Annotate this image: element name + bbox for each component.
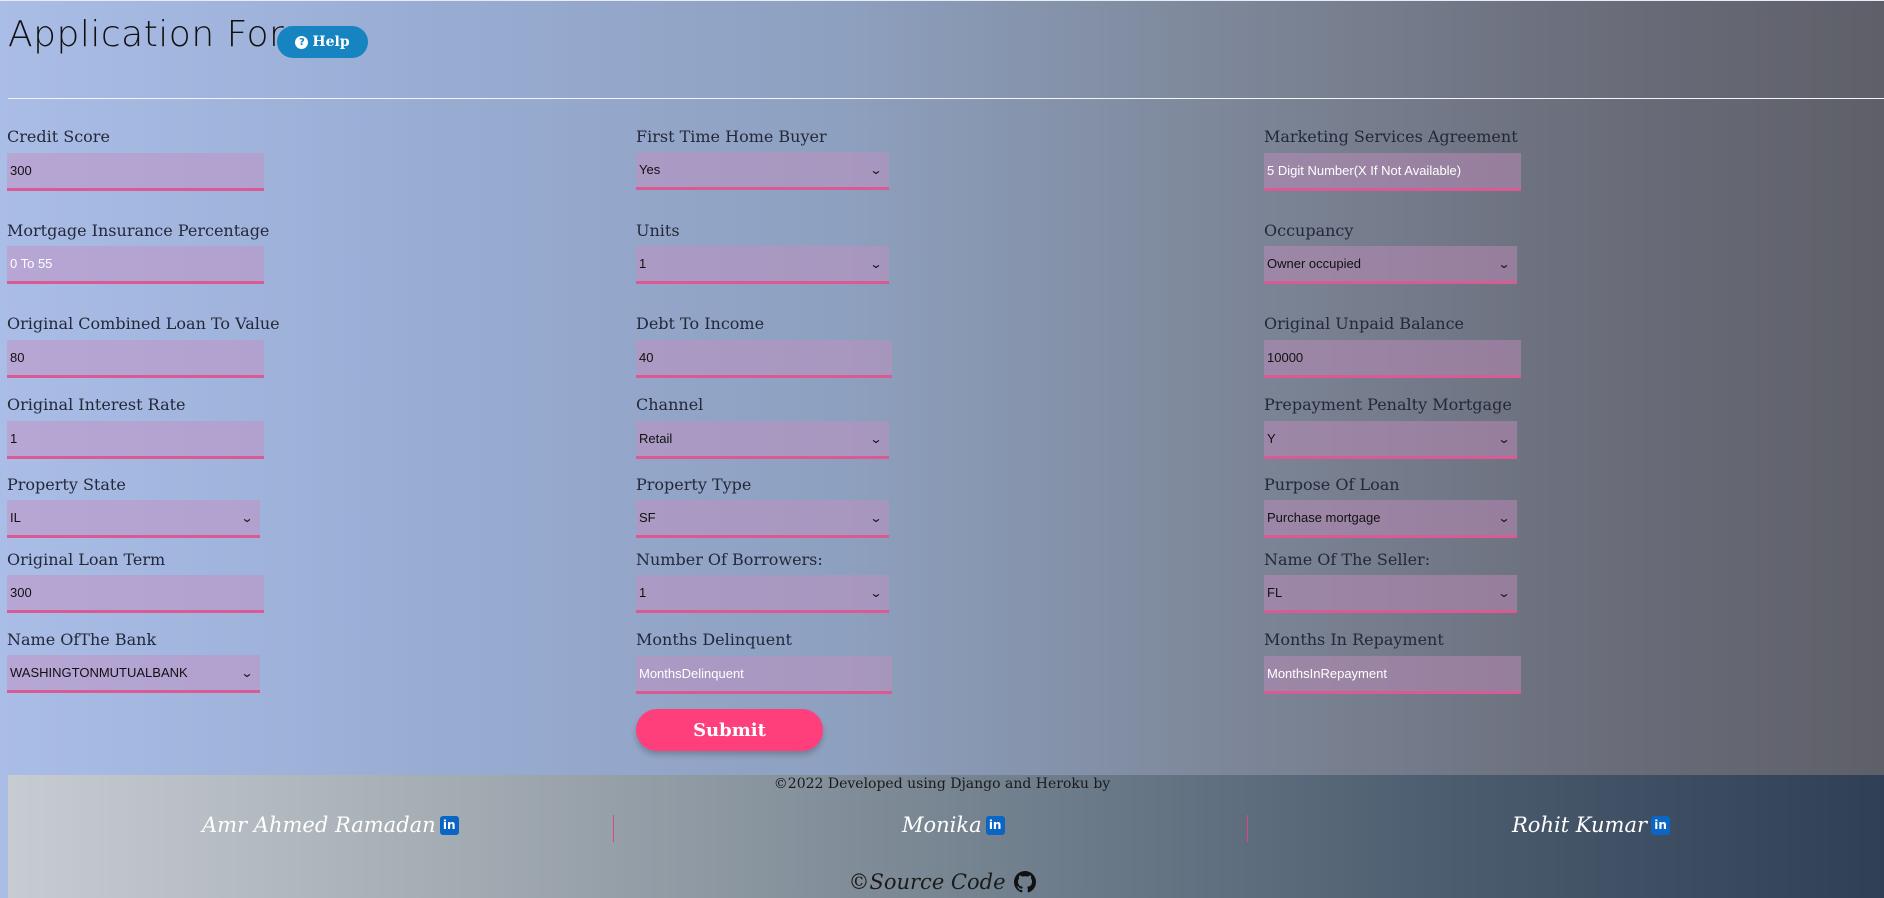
marketing-services-agreement-label: Marketing Services Agreement <box>1264 127 1518 146</box>
months-in-repayment-label: Months In Repayment <box>1264 630 1444 649</box>
chevron-down-icon: ⌄ <box>869 256 883 271</box>
submit-button[interactable]: Submit <box>636 709 823 751</box>
github-icon <box>1013 871 1036 893</box>
first-time-home-buyer-label: First Time Home Buyer <box>636 127 827 146</box>
property-type-value: SF <box>639 510 656 525</box>
author-name: Amr Ahmed Ramadan <box>202 813 436 837</box>
number-of-borrowers-label: Number Of Borrowers: <box>636 550 823 569</box>
property-state-label: Property State <box>7 475 126 494</box>
chevron-down-icon: ⌄ <box>240 510 254 525</box>
prepayment-penalty-select[interactable]: Y ⌄ <box>1264 421 1517 459</box>
question-circle-icon: ? <box>295 35 309 49</box>
author-divider <box>1247 815 1248 842</box>
help-button-label: Help <box>312 34 350 50</box>
original-cltv-label: Original Combined Loan To Value <box>7 314 280 333</box>
name-of-seller-label: Name Of The Seller: <box>1264 550 1431 569</box>
property-type-select[interactable]: SF ⌄ <box>636 500 889 538</box>
purpose-of-loan-label: Purpose Of Loan <box>1264 475 1400 494</box>
chevron-down-icon: ⌄ <box>869 162 883 177</box>
purpose-of-loan-select[interactable]: Purchase mortgage ⌄ <box>1264 500 1517 538</box>
original-cltv-input[interactable]: 80 <box>7 340 264 378</box>
top-border <box>0 0 1884 1</box>
mortgage-insurance-label: Mortgage Insurance Percentage <box>7 221 270 240</box>
units-label: Units <box>636 221 680 240</box>
original-interest-rate-input[interactable]: 1 <box>7 421 264 459</box>
name-of-bank-select[interactable]: WASHINGTONMUTUALBANK ⌄ <box>7 655 260 693</box>
original-loan-term-input[interactable]: 300 <box>7 575 264 613</box>
name-of-bank-value: WASHINGTONMUTUALBANK <box>10 665 188 680</box>
units-select[interactable]: 1 ⌄ <box>636 246 889 284</box>
first-time-home-buyer-select[interactable]: Yes ⌄ <box>636 152 889 190</box>
marketing-services-agreement-input[interactable]: 5 Digit Number(X If Not Available) <box>1264 153 1521 191</box>
header-divider <box>8 98 1884 99</box>
original-unpaid-balance-input[interactable]: 10000 <box>1264 340 1521 378</box>
first-time-home-buyer-value: Yes <box>639 162 661 177</box>
chevron-down-icon: ⌄ <box>869 431 883 446</box>
units-value: 1 <box>639 256 647 271</box>
author-divider <box>613 815 614 842</box>
months-delinquent-label: Months Delinquent <box>636 630 792 649</box>
chevron-down-icon: ⌄ <box>869 510 883 525</box>
linkedin-icon[interactable]: in <box>439 815 459 835</box>
chevron-down-icon: ⌄ <box>869 585 883 600</box>
author-link-3[interactable]: Rohit Kumar in <box>1512 813 1671 837</box>
source-code-label: ©Source Code <box>848 870 1006 894</box>
months-delinquent-input[interactable]: MonthsDelinquent <box>636 656 892 694</box>
occupancy-select[interactable]: Owner occupied ⌄ <box>1264 246 1517 284</box>
debt-to-income-input[interactable]: 40 <box>636 340 892 378</box>
original-interest-rate-label: Original Interest Rate <box>7 395 186 414</box>
linkedin-icon[interactable]: in <box>1651 815 1671 835</box>
author-link-1[interactable]: Amr Ahmed Ramadan in <box>202 813 459 837</box>
chevron-down-icon: ⌄ <box>1497 585 1511 600</box>
chevron-down-icon: ⌄ <box>1497 510 1511 525</box>
number-of-borrowers-select[interactable]: 1 ⌄ <box>636 575 889 613</box>
prepayment-penalty-label: Prepayment Penalty Mortgage <box>1264 395 1512 414</box>
channel-select[interactable]: Retail ⌄ <box>636 421 889 459</box>
credit-score-input[interactable]: 300 <box>7 153 264 191</box>
prepayment-penalty-value: Y <box>1267 431 1276 446</box>
source-code-link[interactable]: ©Source Code <box>0 870 1884 894</box>
author-link-2[interactable]: Monika in <box>902 813 1005 837</box>
chevron-down-icon: ⌄ <box>1497 431 1511 446</box>
credit-score-label: Credit Score <box>7 127 110 146</box>
months-in-repayment-input[interactable]: MonthsInRepayment <box>1264 656 1521 694</box>
author-name: Rohit Kumar <box>1512 813 1648 837</box>
original-loan-term-label: Original Loan Term <box>7 550 166 569</box>
page-title: Application Form <box>8 14 320 55</box>
property-state-value: IL <box>10 510 21 525</box>
property-type-label: Property Type <box>636 475 752 494</box>
help-button[interactable]: ? Help <box>277 26 368 58</box>
linkedin-icon[interactable]: in <box>985 815 1005 835</box>
mortgage-insurance-input[interactable]: 0 To 55 <box>7 246 264 284</box>
purpose-of-loan-value: Purchase mortgage <box>1267 510 1381 525</box>
property-state-select[interactable]: IL ⌄ <box>7 500 260 538</box>
chevron-down-icon: ⌄ <box>240 665 254 680</box>
occupancy-label: Occupancy <box>1264 221 1354 240</box>
number-of-borrowers-value: 1 <box>639 585 647 600</box>
channel-value: Retail <box>639 431 673 446</box>
author-name: Monika <box>902 813 982 837</box>
chevron-down-icon: ⌄ <box>1497 256 1511 271</box>
occupancy-value: Owner occupied <box>1267 256 1361 271</box>
channel-label: Channel <box>636 395 704 414</box>
name-of-seller-select[interactable]: FL ⌄ <box>1264 575 1517 613</box>
footer-credit: ©2022 Developed using Django and Heroku … <box>773 776 1111 792</box>
original-unpaid-balance-label: Original Unpaid Balance <box>1264 314 1464 333</box>
name-of-bank-label: Name OfThe Bank <box>7 630 157 649</box>
name-of-seller-value: FL <box>1267 585 1283 600</box>
debt-to-income-label: Debt To Income <box>636 314 765 333</box>
